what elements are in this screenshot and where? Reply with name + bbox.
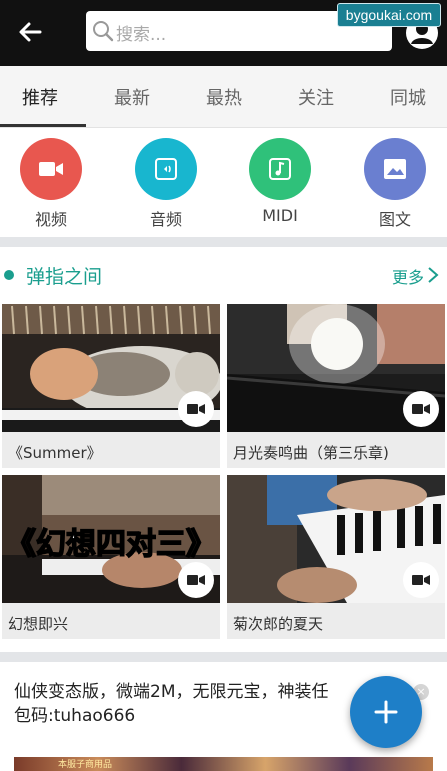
section-title: 弹指之间 <box>26 266 103 288</box>
video-icon <box>403 562 439 598</box>
more-link[interactable]: 更多 <box>392 264 424 288</box>
audio-icon <box>135 138 197 200</box>
card-title: 菊次郎的夏天 <box>233 615 324 633</box>
card-title: 《Summer》 <box>8 444 102 462</box>
card-title: 月光奏鸣曲（第三乐章) <box>233 444 389 462</box>
video-icon <box>403 391 439 427</box>
video-icon <box>20 138 82 200</box>
card-title: 幻想即兴 <box>8 615 69 633</box>
ad-banner-text: 本服子商用品 <box>58 760 113 770</box>
video-card[interactable]: 菊次郎的夏天 <box>227 475 445 639</box>
active-tab-indicator <box>0 124 86 127</box>
category-row: 视频 音频 MIDI 图文 <box>0 129 447 237</box>
video-card[interactable]: 《幻想四对三》 幻想即兴 <box>2 475 220 639</box>
add-button[interactable] <box>350 676 422 748</box>
category-label: 图文 <box>378 210 411 229</box>
video-card[interactable]: 月光奏鸣曲（第三乐章) <box>227 304 445 468</box>
tab-hottest[interactable]: 最热 <box>206 84 242 110</box>
category-midi[interactable]: MIDI <box>248 138 312 225</box>
tab-bar: 推荐 最新 最热 关注 同城 <box>0 66 447 128</box>
ad-banner-image[interactable]: 本服子商用品 <box>14 757 433 771</box>
midi-icon <box>249 138 311 200</box>
divider <box>0 652 447 662</box>
watermark: bygoukai.com <box>337 3 441 27</box>
search-placeholder: 搜索... <box>116 25 167 45</box>
category-label: MIDI <box>262 206 298 225</box>
plus-icon <box>374 700 398 724</box>
tab-following[interactable]: 关注 <box>298 84 334 110</box>
thumbnail-overlay-text: 《幻想四对三》 <box>5 526 217 563</box>
top-bar: 搜索... bygoukai.com <box>0 0 447 66</box>
section-dot <box>4 270 14 280</box>
video-icon <box>178 391 214 427</box>
category-video[interactable]: 视频 <box>19 138 83 230</box>
tab-recommend[interactable]: 推荐 <box>22 84 58 110</box>
search-icon <box>93 21 114 42</box>
category-audio[interactable]: 音频 <box>134 138 198 230</box>
image-icon <box>364 138 426 200</box>
tab-latest[interactable]: 最新 <box>114 84 150 110</box>
video-card[interactable]: 《Summer》 <box>2 304 220 468</box>
tab-nearby[interactable]: 同城 <box>390 84 426 110</box>
category-label: 音频 <box>149 210 182 229</box>
category-image-text[interactable]: 图文 <box>363 138 427 230</box>
back-arrow-icon[interactable] <box>14 16 46 48</box>
chevron-right-icon[interactable] <box>426 266 440 284</box>
category-label: 视频 <box>34 210 67 229</box>
divider <box>0 237 447 247</box>
video-icon <box>178 562 214 598</box>
